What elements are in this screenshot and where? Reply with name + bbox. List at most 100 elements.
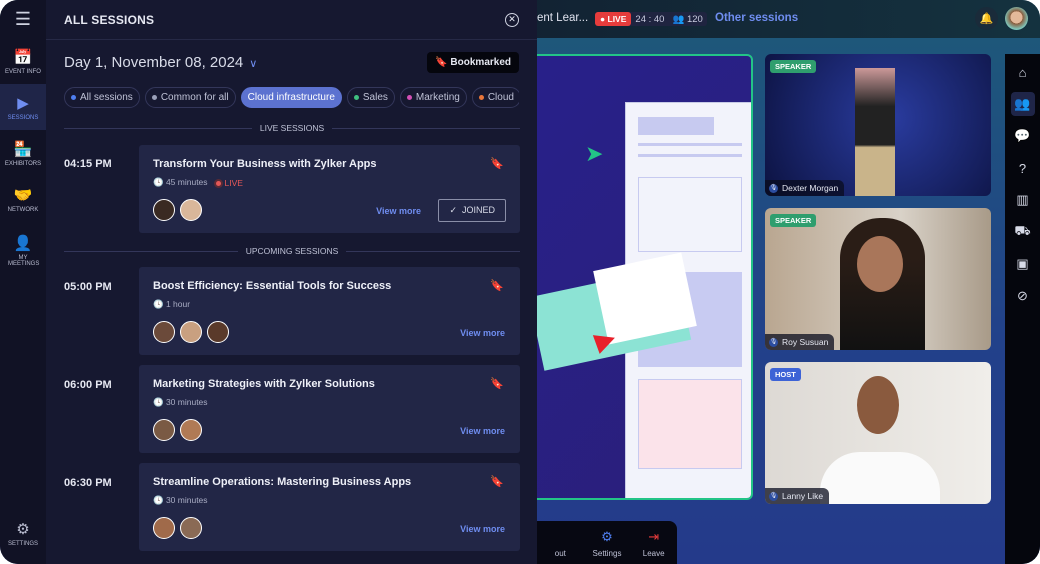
session-title: Marketing Strategies with Zylker Solutio…	[153, 378, 375, 390]
chip-marketing[interactable]: Marketing	[399, 87, 467, 108]
hamburger-menu-icon[interactable]: ☰	[0, 0, 46, 38]
speaker-avatar	[180, 517, 202, 539]
left-rail: ☰ 📅 EVENT INFO ▶ SESSIONS 🏪 EXHIBITORS 🤝 NET…	[0, 0, 46, 564]
rail-item-my-meetings[interactable]: 👤 MY MEETINGS	[0, 222, 46, 278]
question-icon[interactable]: ?	[1011, 156, 1035, 180]
bookmark-icon[interactable]: 🔖	[490, 157, 504, 170]
link-icon[interactable]: ⊘	[1011, 284, 1035, 308]
participant-name: 🎙 Roy Susuan	[765, 334, 835, 350]
session-time: 06:00 PM	[64, 379, 112, 391]
chevron-down-icon: ∨	[249, 58, 258, 70]
day-selector[interactable]: Day 1, November 08, 2024 ∨	[64, 54, 257, 71]
participant-name: 🎙 Lanny Like	[765, 488, 830, 504]
view-more-link[interactable]: View more	[376, 206, 421, 216]
filter-chips: All sessions Common for all Cloud infras…	[64, 87, 519, 108]
backstage-icon[interactable]: ▣	[1011, 252, 1035, 276]
bookmark-icon[interactable]: 🔖	[490, 279, 504, 292]
view-more-link[interactable]: View more	[460, 426, 505, 436]
duration: 🕓 30 minutes	[153, 495, 208, 505]
rail-item-network[interactable]: 🤝 NETWORK	[0, 176, 46, 222]
panel-title: ALL SESSIONS	[64, 12, 155, 27]
role-badge: SPEAKER	[770, 60, 817, 73]
video-tile[interactable]: HOST 🎙 Lanny Like	[765, 362, 991, 504]
live-status: ● LIVE 24 : 40 👥 120	[595, 12, 707, 26]
participants-icon[interactable]: 👥	[1010, 92, 1035, 116]
other-sessions-link[interactable]: Other sessions	[715, 12, 798, 24]
speaker-avatar	[180, 199, 202, 221]
video-tile[interactable]: SPEAKER 🎙 Roy Susuan	[765, 208, 991, 350]
live-badge: ● LIVE	[595, 12, 632, 26]
rail-item-settings[interactable]: ⚙ SETTINGS	[0, 510, 46, 556]
exit-icon: ⇥	[648, 529, 660, 544]
close-icon[interactable]: ✕	[505, 12, 519, 27]
timer: 24 : 40	[635, 13, 665, 25]
chip-cloud-infrastructure[interactable]: Cloud infrastructure	[240, 87, 342, 108]
rail-item-event-info[interactable]: 📅 EVENT INFO	[0, 38, 46, 84]
session-card[interactable]: Transform Your Business with Zylker Apps…	[139, 145, 520, 233]
speaker-avatar	[153, 517, 175, 539]
app: ent Lear... ● LIVE 24 : 40 👥 120 Other s…	[0, 0, 1040, 564]
mic-icon: 🎙	[769, 491, 778, 501]
duration: 🕓 30 minutes	[153, 397, 208, 407]
session-title: ent Lear...	[537, 12, 589, 24]
chip-cloud[interactable]: Cloud	[471, 87, 519, 108]
bottom-toolbar: out ⚙ Settings ⇥ Leave	[537, 521, 677, 564]
chat-icon[interactable]: 💬	[1011, 124, 1035, 148]
right-rail: ⌂ 👥 💬 ? ▥ ⛟ ▣ ⊘	[1005, 54, 1040, 564]
session-card[interactable]: Streamline Operations: Mastering Busines…	[139, 463, 520, 551]
view-more-link[interactable]: View more	[460, 328, 505, 338]
rail-item-sessions[interactable]: ▶ SESSIONS	[0, 84, 46, 130]
chip-all-sessions[interactable]: All sessions	[64, 87, 140, 108]
chip-sales[interactable]: Sales	[346, 87, 395, 108]
session-card[interactable]: Boost Efficiency: Essential Tools for Su…	[139, 267, 520, 355]
session-time: 05:00 PM	[64, 281, 112, 293]
live-indicator: LIVE	[216, 178, 243, 188]
role-badge: HOST	[770, 368, 801, 381]
session-time: 06:30 PM	[64, 477, 112, 489]
booth-icon: 🏪	[13, 140, 33, 158]
settings-button[interactable]: ⚙ Settings	[584, 521, 631, 564]
session-title: Streamline Operations: Mastering Busines…	[153, 476, 412, 488]
upcoming-sessions-heading: UPCOMING SESSIONS	[64, 246, 520, 256]
attendee-count: 👥 120	[672, 13, 703, 25]
gear-icon: ⚙	[16, 520, 30, 538]
calendar-info-icon: 📅	[13, 48, 33, 66]
session-title: Boost Efficiency: Essential Tools for Su…	[153, 280, 392, 292]
speaker-avatar	[180, 321, 202, 343]
speaker-avatar	[180, 419, 202, 441]
bookmark-icon[interactable]: 🔖	[490, 475, 504, 488]
speaker-avatar	[153, 321, 175, 343]
joined-button[interactable]: ✓ JOINED	[438, 199, 506, 222]
participant-name: 🎙 Dexter Morgan	[765, 180, 845, 196]
duration: 🕓 1 hour	[153, 299, 191, 309]
view-more-link[interactable]: View more	[460, 524, 505, 534]
booth-icon[interactable]: ⛟	[1011, 220, 1035, 244]
screen-share: ▶ ➤	[520, 54, 753, 500]
leave-button[interactable]: ⇥ Leave	[630, 521, 677, 564]
role-badge: SPEAKER	[770, 214, 817, 227]
session-title: Transform Your Business with Zylker Apps	[153, 158, 377, 170]
handshake-icon: 🤝	[13, 186, 33, 204]
speaker-avatar	[207, 321, 229, 343]
gear-icon: ⚙	[601, 529, 613, 544]
bell-icon[interactable]: 🔔	[975, 7, 998, 30]
about-button[interactable]: out	[537, 521, 584, 564]
stage-icon[interactable]: ⌂	[1011, 60, 1035, 84]
mic-icon: 🎙	[769, 183, 778, 193]
rail-item-exhibitors[interactable]: 🏪 EXHIBITORS	[0, 130, 46, 176]
bookmark-icon[interactable]: 🔖	[490, 377, 504, 390]
speaker-avatar	[153, 419, 175, 441]
meetings-icon: 👤	[13, 234, 33, 252]
sessions-panel: ALL SESSIONS ✕ Day 1, November 08, 2024 ∨ …	[46, 0, 537, 564]
video-tile[interactable]: SPEAKER 🎙 Dexter Morgan	[765, 54, 991, 196]
session-card[interactable]: Marketing Strategies with Zylker Solutio…	[139, 365, 520, 453]
mic-icon: 🎙	[769, 337, 778, 347]
chip-common[interactable]: Common for all	[144, 87, 236, 108]
duration: 🕓 45 minutes	[153, 177, 208, 187]
bookmarked-button[interactable]: 🔖 Bookmarked	[427, 52, 519, 73]
live-sessions-heading: LIVE SESSIONS	[64, 123, 520, 133]
avatar[interactable]	[1005, 7, 1028, 30]
play-icon: ▶	[17, 94, 29, 112]
poll-icon[interactable]: ▥	[1011, 188, 1035, 212]
session-time: 04:15 PM	[64, 158, 112, 170]
